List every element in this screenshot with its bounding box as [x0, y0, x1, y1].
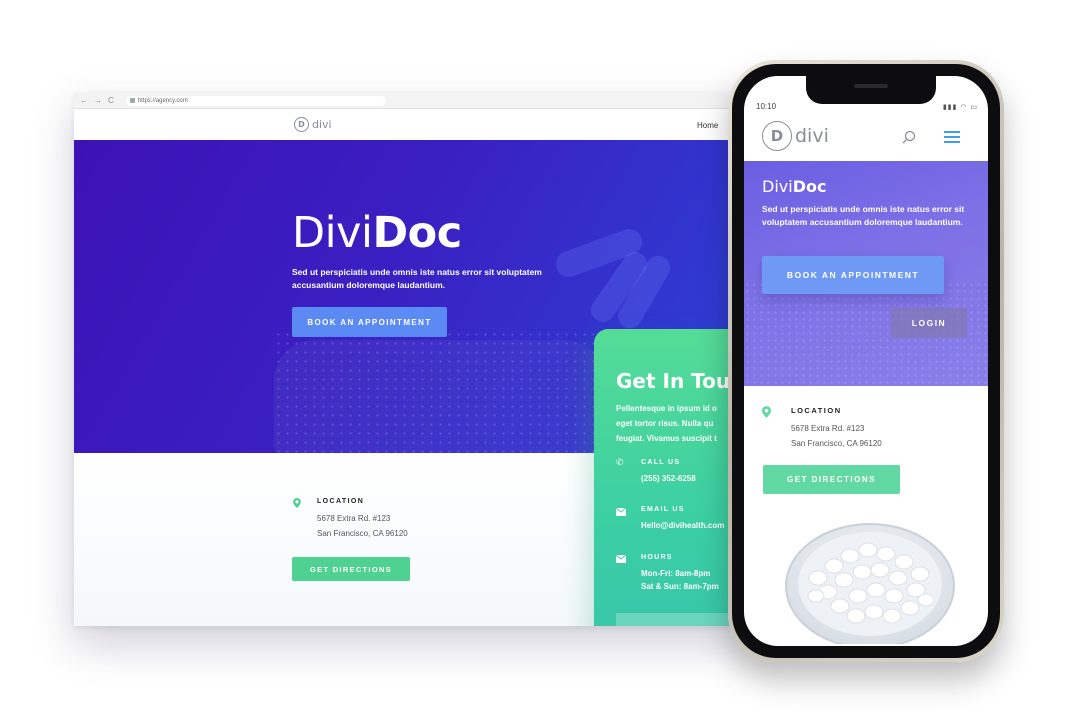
mobile-hero-title: DiviDoc: [762, 177, 826, 196]
location-address-line2: San Francisco, CA 96120: [317, 529, 408, 538]
contact-title: Get In Touc: [616, 369, 742, 393]
mobile-title-light: Divi: [762, 177, 793, 196]
map-pin-icon: [762, 406, 771, 418]
hamburger-menu-icon[interactable]: [944, 131, 960, 143]
phone-speaker: [854, 84, 888, 88]
phone-bezel: 10:10 ▮▮▮ ◠ ▭ D divi DiviDoc Sed ut pers…: [732, 64, 1000, 658]
mobile-title-bold: Doc: [792, 177, 827, 196]
logo-mark: D: [294, 117, 309, 132]
hero-title-bold: Doc: [372, 208, 462, 258]
address-url: https://agency.com: [137, 97, 188, 104]
mobile-hero-description: Sed ut perspiciatis unde omnis iste natu…: [762, 204, 965, 227]
get-directions-button[interactable]: GET DIRECTIONS: [292, 557, 410, 581]
status-time: 10:10: [756, 102, 777, 111]
hero-title: DiviDoc: [292, 208, 462, 258]
mobile-get-directions-button[interactable]: GET DIRECTIONS: [763, 465, 900, 494]
hero-title-light: Divi: [292, 208, 373, 258]
logo-mark: D: [762, 121, 792, 151]
email-us-label: EMAIL US: [641, 506, 685, 513]
phone-icon: ✆: [616, 457, 624, 467]
call-us-value[interactable]: (255) 352-6258: [641, 474, 696, 483]
mobile-book-appointment-button[interactable]: BOOK AN APPOINTMENT: [762, 256, 944, 294]
location-address-line1: 5678 Extra Rd. #123: [317, 514, 391, 523]
address-bar[interactable]: https://agency.com: [125, 95, 386, 106]
mail-icon: [616, 554, 626, 563]
search-icon[interactable]: [902, 130, 916, 144]
hero-dot-pattern: [274, 330, 634, 453]
nav-home-link[interactable]: Home: [697, 121, 718, 130]
mobile-location-line2: San Francisco, CA 96120: [791, 439, 882, 448]
phone-notch: [806, 76, 936, 104]
back-icon[interactable]: ←: [80, 96, 88, 105]
site-logo[interactable]: D divi: [294, 117, 332, 132]
mobile-login-button[interactable]: LOGIN: [891, 308, 967, 338]
mobile-header: D divi: [744, 114, 988, 168]
reload-icon[interactable]: C: [108, 96, 114, 105]
desktop-browser-mockup: ← → C https://agency.com D divi Home Div…: [74, 93, 754, 626]
pill-dish-image: [785, 523, 955, 644]
mail-icon: [616, 507, 626, 516]
map-pin-icon: [293, 498, 301, 508]
mobile-logo[interactable]: D divi: [762, 121, 829, 151]
mobile-location-line1: 5678 Extra Rd. #123: [791, 424, 865, 433]
logo-text: divi: [312, 118, 332, 131]
forward-icon[interactable]: →: [94, 96, 102, 105]
phone-mockup: 10:10 ▮▮▮ ◠ ▭ D divi DiviDoc Sed ut pers…: [728, 60, 1004, 662]
hours-weekend: Sat & Sun: 8am-7pm: [641, 582, 719, 591]
hours-weekdays: Mon-Fri: 8am-8pm: [641, 569, 711, 578]
call-us-label: CALL US: [641, 459, 681, 466]
status-icons: ▮▮▮ ◠ ▭: [942, 104, 978, 111]
phone-screen: 10:10 ▮▮▮ ◠ ▭ D divi DiviDoc Sed ut pers…: [744, 76, 988, 646]
browser-toolbar: ← → C https://agency.com: [74, 93, 754, 109]
lock-icon: [129, 98, 135, 103]
email-us-value[interactable]: Hello@divihealth.com: [641, 521, 724, 530]
mobile-location-label: LOCATION: [791, 406, 842, 415]
book-appointment-button[interactable]: BOOK AN APPOINTMENT: [292, 307, 447, 337]
mobile-hero: DiviDoc Sed ut perspiciatis unde omnis i…: [744, 161, 988, 386]
hero-description: Sed ut perspiciatis unde omnis iste natu…: [292, 267, 542, 290]
hours-label: HOURS: [641, 554, 673, 561]
location-label: LOCATION: [317, 498, 365, 505]
logo-text: divi: [795, 125, 829, 147]
stage: ← → C https://agency.com D divi Home Div…: [0, 0, 1080, 720]
site-header: D divi Home: [74, 109, 754, 140]
